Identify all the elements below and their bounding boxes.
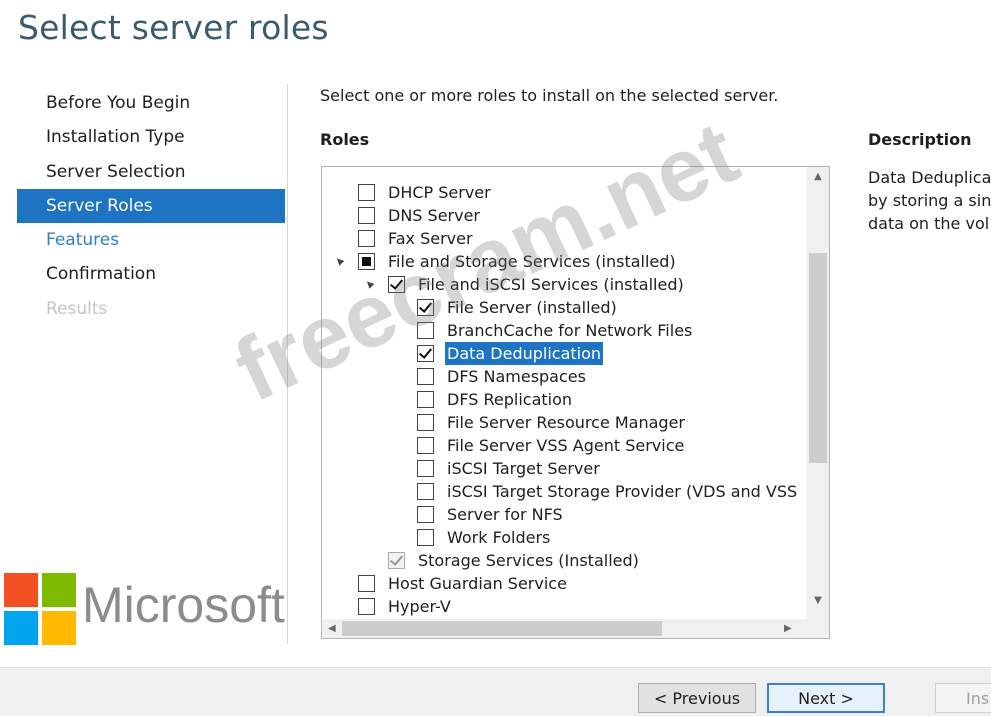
- role-checkbox[interactable]: [417, 483, 434, 500]
- role-label[interactable]: DFS Namespaces: [447, 365, 586, 388]
- description-line: data on the vol: [868, 214, 990, 233]
- role-checkbox[interactable]: [417, 437, 434, 454]
- role-label[interactable]: iSCSI Target Storage Provider (VDS and V…: [447, 480, 797, 503]
- role-row[interactable]: Work Folders: [322, 526, 807, 549]
- role-checkbox[interactable]: [417, 460, 434, 477]
- role-checkbox[interactable]: [358, 184, 375, 201]
- role-label[interactable]: Work Folders: [447, 526, 550, 549]
- role-row[interactable]: Host Guardian Service: [322, 572, 807, 595]
- nav-item-server-selection[interactable]: Server Selection: [17, 155, 285, 189]
- role-row[interactable]: iSCSI Target Storage Provider (VDS and V…: [322, 480, 807, 503]
- page-title: Select server roles: [18, 8, 329, 47]
- role-row[interactable]: Server for NFS: [322, 503, 807, 526]
- role-row[interactable]: DFS Namespaces: [322, 365, 807, 388]
- role-label[interactable]: File Server VSS Agent Service: [447, 434, 684, 457]
- role-label[interactable]: BranchCache for Network Files: [447, 319, 692, 342]
- role-label[interactable]: Server for NFS: [447, 503, 563, 526]
- role-row[interactable]: File Server VSS Agent Service: [322, 434, 807, 457]
- role-label[interactable]: Storage Services (Installed): [418, 549, 639, 572]
- nav-item-before-you-begin[interactable]: Before You Begin: [17, 86, 285, 120]
- role-checkbox[interactable]: [417, 368, 434, 385]
- role-checkbox[interactable]: [417, 414, 434, 431]
- role-label[interactable]: iSCSI Target Server: [447, 457, 600, 480]
- nav-item-confirmation[interactable]: Confirmation: [17, 257, 285, 291]
- description-line: by storing a sin: [868, 191, 991, 210]
- microsoft-logo-text: Microsoft: [82, 577, 285, 633]
- role-checkbox[interactable]: [358, 598, 375, 615]
- role-checkbox[interactable]: [358, 575, 375, 592]
- role-checkbox: [388, 552, 405, 569]
- role-checkbox[interactable]: [417, 506, 434, 523]
- role-label[interactable]: DFS Replication: [447, 388, 572, 411]
- role-label[interactable]: DHCP Server: [388, 181, 491, 204]
- nav-item-server-roles[interactable]: Server Roles: [17, 188, 285, 224]
- role-checkbox[interactable]: [358, 230, 375, 247]
- role-checkbox[interactable]: [358, 207, 375, 224]
- nav-item-installation-type[interactable]: Installation Type: [17, 120, 285, 154]
- description-heading: Description: [868, 130, 972, 149]
- role-label[interactable]: Data Deduplication: [445, 342, 604, 365]
- horizontal-scroll-thumb[interactable]: [342, 621, 662, 636]
- scroll-right-icon[interactable]: ▶: [784, 619, 792, 638]
- wizard-nav: Before You Begin Installation Type Server …: [17, 86, 285, 326]
- previous-button[interactable]: < Previous: [638, 683, 756, 713]
- install-button[interactable]: Ins: [935, 683, 991, 713]
- nav-item-features[interactable]: Features: [17, 223, 285, 257]
- scroll-up-icon[interactable]: ▲: [807, 171, 829, 182]
- description-line: Data Deduplica: [868, 168, 991, 187]
- scroll-left-icon[interactable]: ◀: [328, 619, 336, 638]
- role-label[interactable]: Host Guardian Service: [388, 572, 567, 595]
- role-label[interactable]: Hyper-V: [388, 595, 451, 618]
- description-text: Data Deduplica by storing a sin data on …: [868, 166, 991, 235]
- scroll-down-icon[interactable]: ▼: [807, 595, 829, 606]
- vertical-scroll-thumb[interactable]: [809, 253, 827, 463]
- next-button[interactable]: Next >: [767, 683, 885, 713]
- horizontal-scrollbar[interactable]: ◀ ▶: [322, 619, 829, 638]
- role-row[interactable]: File Server Resource Manager: [322, 411, 807, 434]
- role-row[interactable]: Hyper-V: [322, 595, 807, 618]
- role-row[interactable]: Storage Services (Installed): [322, 549, 807, 572]
- role-label[interactable]: File Server Resource Manager: [447, 411, 685, 434]
- role-checkbox[interactable]: [417, 391, 434, 408]
- role-checkbox[interactable]: [417, 529, 434, 546]
- role-row[interactable]: DFS Replication: [322, 388, 807, 411]
- vertical-scrollbar[interactable]: ▲ ▼: [807, 167, 829, 619]
- microsoft-logo-icon: [4, 573, 76, 645]
- roles-heading: Roles: [320, 130, 370, 149]
- role-row[interactable]: iSCSI Target Server: [322, 457, 807, 480]
